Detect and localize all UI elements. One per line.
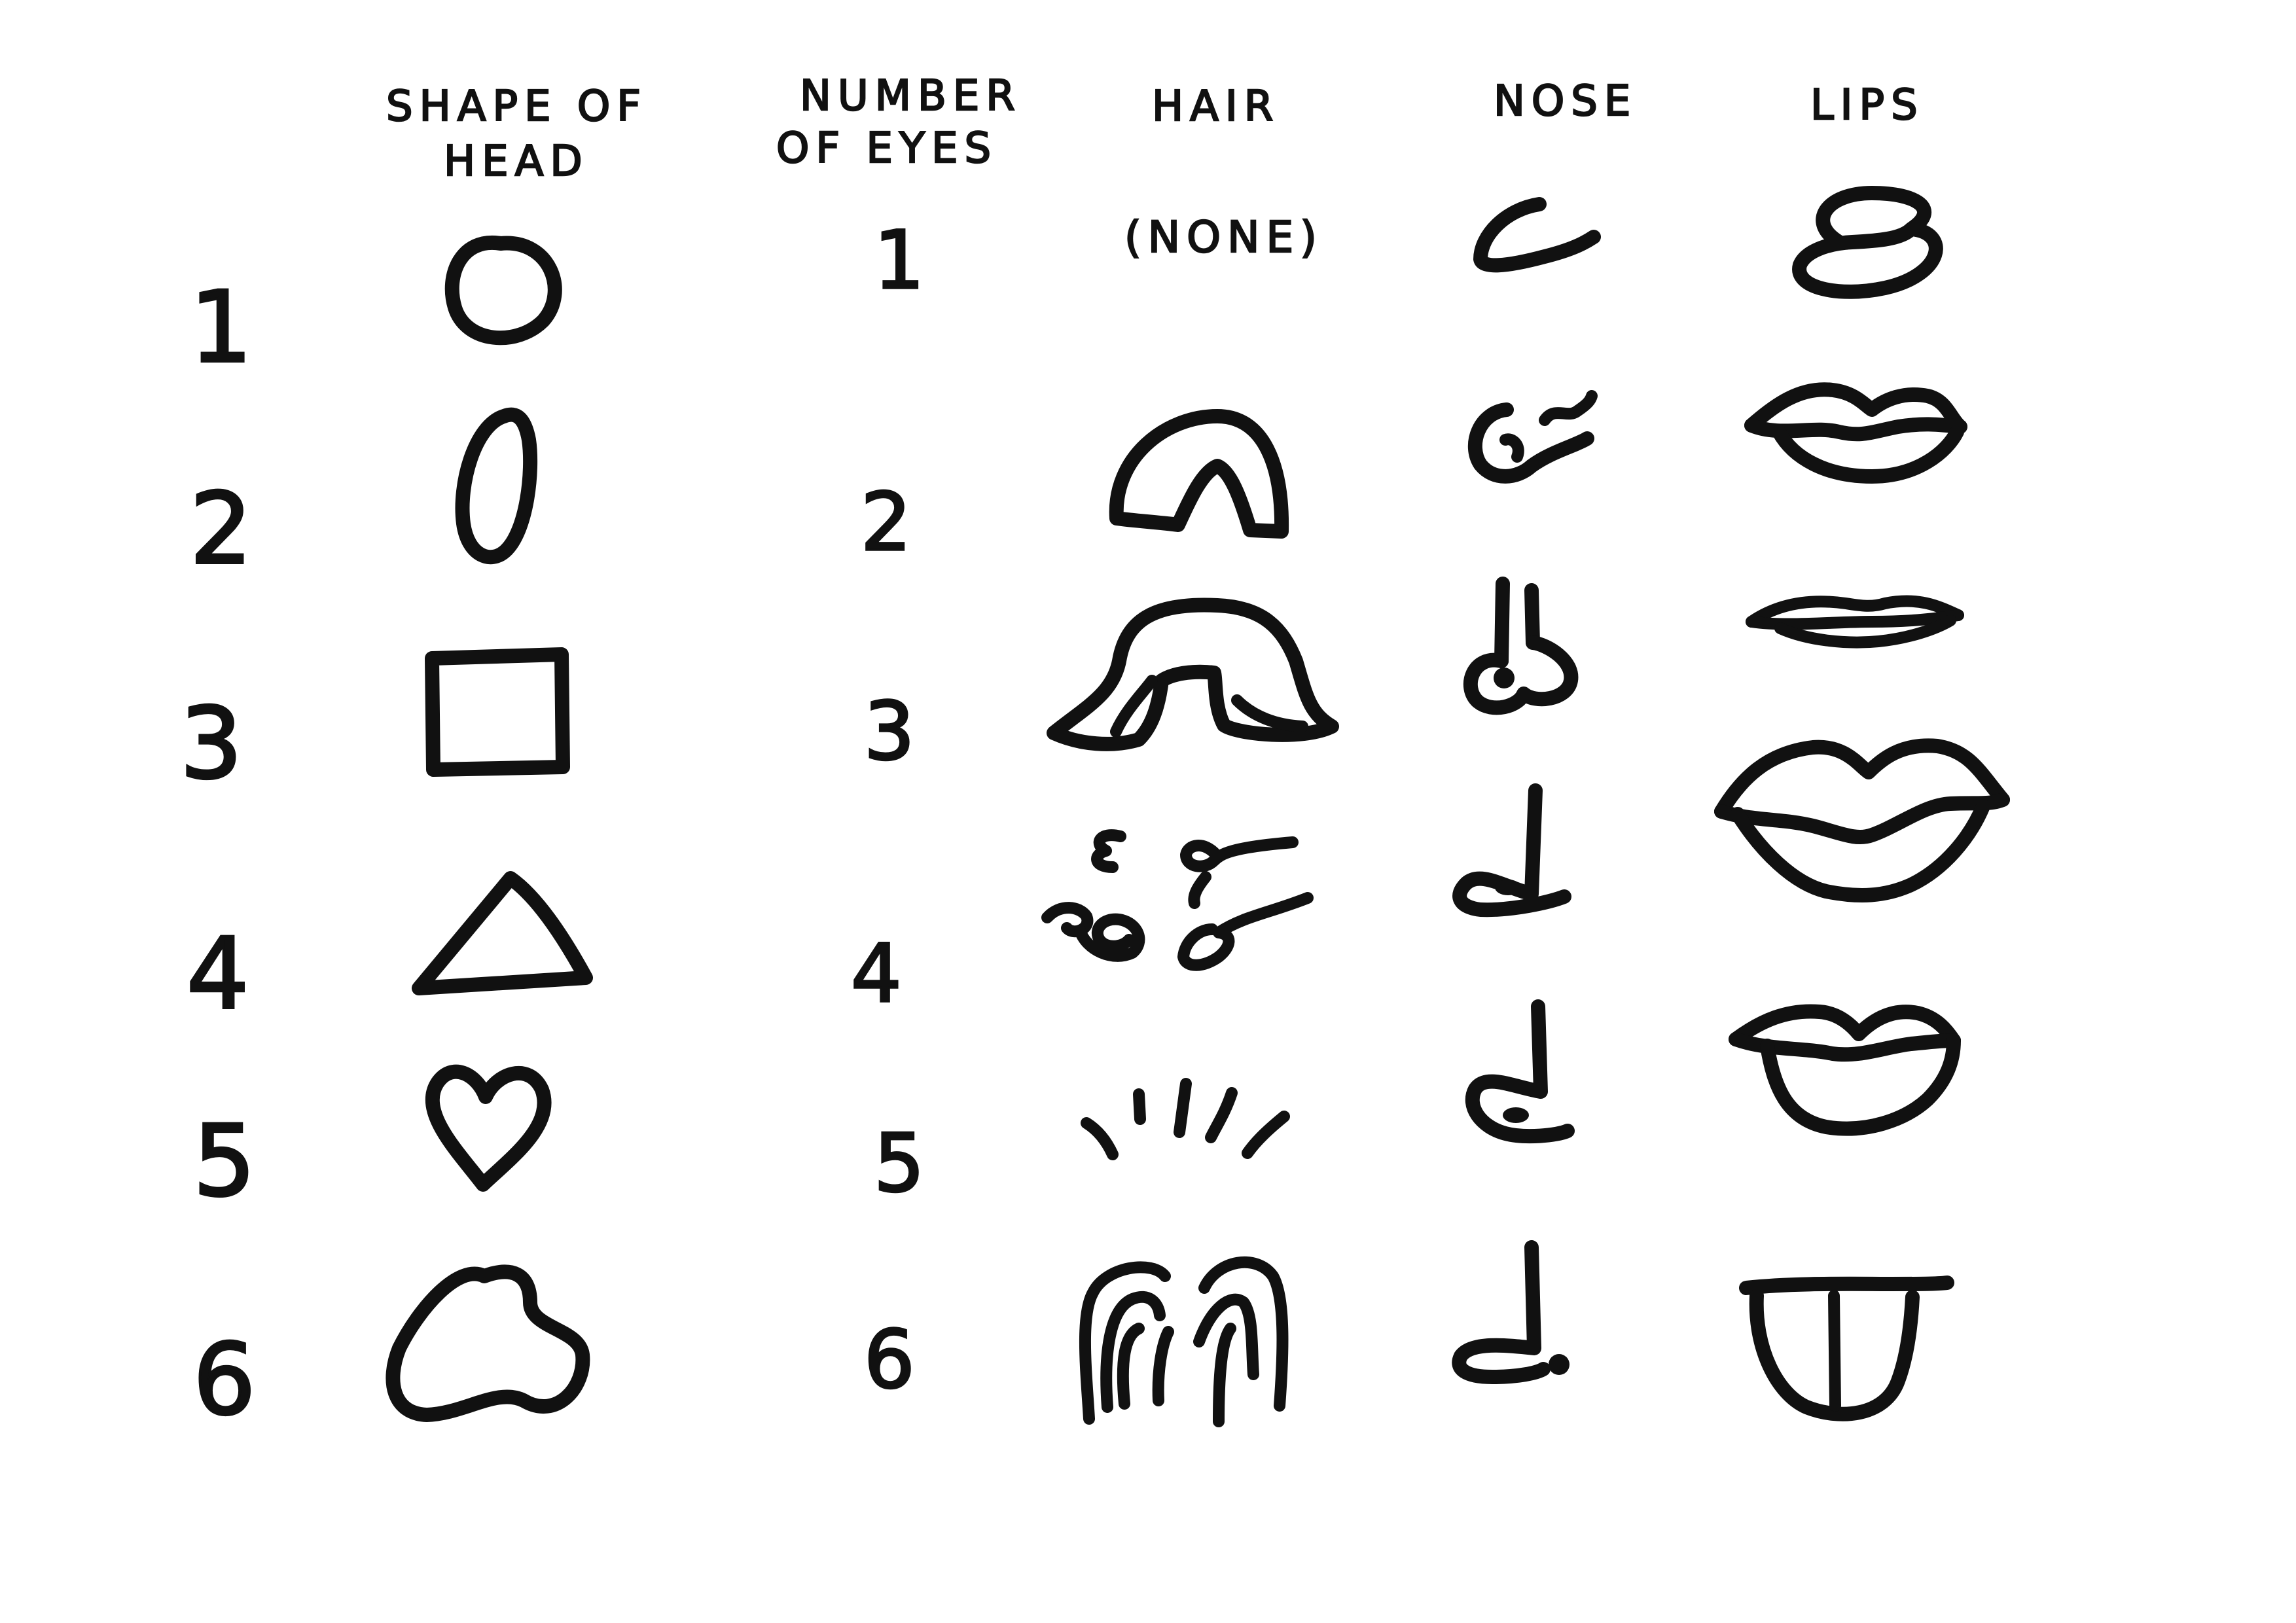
row-number-2: 2 — [190, 473, 252, 586]
head-shape-rectangle — [425, 647, 570, 777]
hair-arch-wide — [1047, 597, 1339, 751]
lips-2 — [1744, 382, 1967, 484]
lips-6-tongue — [1739, 1275, 1954, 1421]
hair-long-strands — [1079, 1256, 1289, 1427]
header-head-line1: SHAPE OF — [386, 82, 647, 131]
nose-3 — [1463, 577, 1579, 715]
hair-arch-small — [1109, 409, 1289, 539]
header-head-line2: HEAD — [444, 137, 589, 186]
eye-count-2: 2 — [861, 476, 912, 569]
hair-none-label: (NONE) — [1124, 212, 1323, 262]
header-hair: HAIR — [1152, 82, 1280, 131]
lips-4 — [1714, 738, 2010, 902]
header-eyes-line2: OF EYES — [776, 124, 997, 173]
head-shape-circle — [444, 235, 562, 346]
hair-curls — [1041, 829, 1314, 971]
eye-count-3: 3 — [864, 685, 915, 778]
header-lips: LIPS — [1810, 81, 1924, 130]
lips-1 — [1792, 186, 1943, 299]
head-shape-oval — [455, 407, 538, 565]
lips-3 — [1746, 595, 1964, 649]
lips-5 — [1729, 1004, 1961, 1136]
nose-1 — [1473, 197, 1601, 273]
hair-strands — [1081, 1078, 1290, 1160]
row-number-5: 5 — [193, 1105, 255, 1219]
head-shape-triangle — [412, 871, 593, 995]
eye-count-6: 6 — [864, 1313, 915, 1406]
row-number-6: 6 — [193, 1323, 255, 1437]
head-shape-heart — [425, 1064, 552, 1192]
row-number-1: 1 — [190, 271, 252, 385]
nose-2 — [1467, 390, 1598, 484]
eye-count-5: 5 — [874, 1117, 925, 1210]
head-shape-blob — [386, 1264, 590, 1422]
eye-count-1: 1 — [874, 214, 925, 307]
row-number-4: 4 — [187, 918, 249, 1031]
eye-count-4: 4 — [851, 927, 902, 1020]
header-nose: NOSE — [1494, 77, 1637, 126]
header-eyes-line1: NUMBER — [800, 72, 1022, 120]
nose-5 — [1465, 999, 1575, 1144]
nose-6 — [1452, 1240, 1570, 1384]
doodle-chart: SHAPE OF HEAD NUMBER OF EYES HAIR NOSE L… — [179, 71, 2010, 1438]
row-number-3: 3 — [180, 687, 242, 801]
nose-4 — [1452, 783, 1571, 918]
